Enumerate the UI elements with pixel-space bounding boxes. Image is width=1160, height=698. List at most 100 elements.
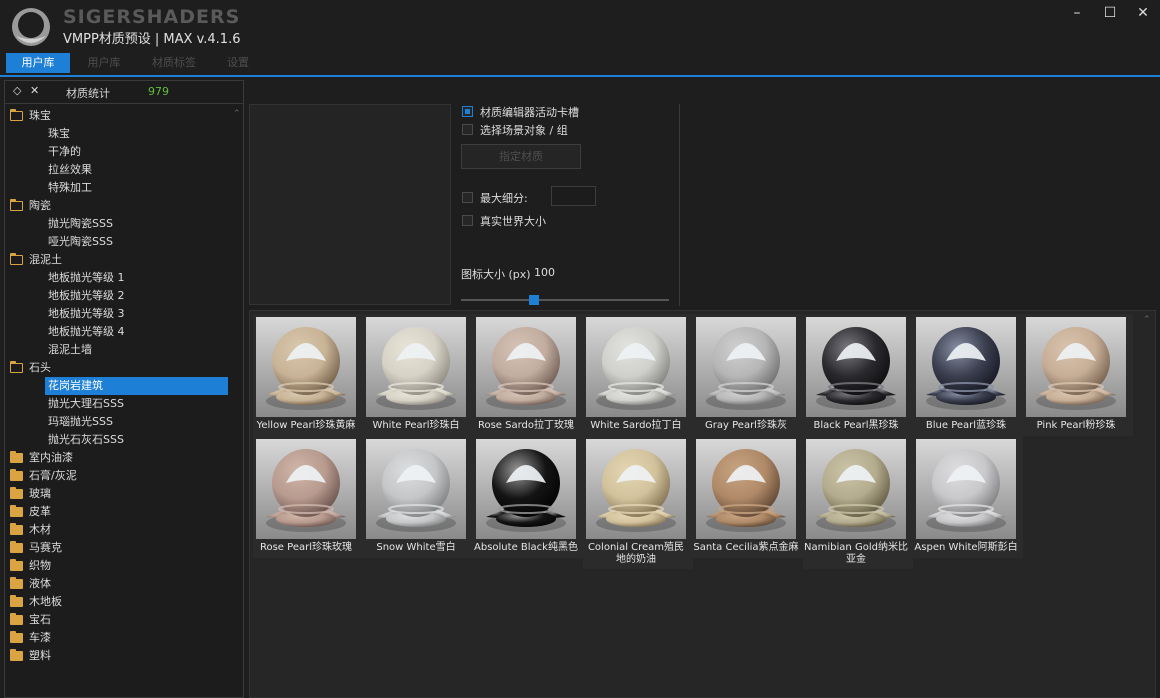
tree-folder-label: 马赛克	[29, 541, 62, 554]
tree-item[interactable]: 珠宝	[45, 125, 228, 143]
folder-icon	[10, 577, 23, 589]
minimize-icon[interactable]: –	[1066, 4, 1088, 22]
material-tile[interactable]: Snow White雪白	[363, 436, 473, 558]
icon-size-value: 100	[534, 266, 555, 279]
app-subtitle: VMPP材质预设 | MAX v.4.1.6	[63, 32, 241, 47]
select-objects-checkbox[interactable]	[462, 124, 473, 135]
tree-item-label: 地板抛光等级 1	[48, 271, 125, 284]
tree-item[interactable]: 混泥土墙	[45, 341, 228, 359]
tree-folder[interactable]: 皮革	[8, 503, 228, 521]
scroll-up-icon[interactable]: ⌃	[233, 109, 241, 119]
tree-folder[interactable]: 宝石	[8, 611, 228, 629]
material-name: White Pearl珍珠白	[372, 420, 460, 431]
active-slot-label: 材质编辑器活动卡槽	[480, 106, 579, 119]
tree-folder[interactable]: 车漆	[8, 629, 228, 647]
material-thumbnail	[806, 317, 906, 417]
material-name: Rose Sardo拉丁玫瑰	[477, 420, 575, 431]
material-tile[interactable]: Black Pearl黑珍珠	[803, 314, 913, 436]
tree-item-selected[interactable]: 花岗岩建筑	[45, 377, 228, 395]
material-tile[interactable]: Aspen White阿斯彭白	[913, 436, 1023, 558]
diamond-icon[interactable]: ◇	[13, 84, 21, 97]
tree-item[interactable]: 特殊加工	[45, 179, 228, 197]
material-grid: ⌃ Yellow Pearl珍珠黄麻 White Pearl珍珠白 Rose Sar…	[249, 310, 1156, 698]
max-subdiv-input[interactable]	[551, 186, 596, 206]
material-tile[interactable]: Blue Pearl蓝珍珠	[913, 314, 1023, 436]
tree-folder-label: 石头	[29, 361, 51, 374]
tree-folder[interactable]: 石头	[8, 359, 228, 377]
tree-folder[interactable]: 木地板	[8, 593, 228, 611]
material-thumbnail	[696, 317, 796, 417]
material-thumbnail	[806, 439, 906, 539]
tree-item-label: 抛光大理石SSS	[48, 397, 124, 410]
x-icon[interactable]: ✕	[30, 84, 39, 97]
material-tile[interactable]: White Sardo拉丁白	[583, 314, 693, 436]
tab-settings[interactable]: 设置	[210, 53, 266, 73]
grid-scrollbar[interactable]: ⌃	[1141, 313, 1153, 693]
scroll-up-icon[interactable]: ⌃	[1143, 315, 1151, 325]
material-tile[interactable]: White Pearl珍珠白	[363, 314, 473, 436]
folder-icon	[10, 541, 23, 553]
material-tile[interactable]: Absolute Black纯黑色	[473, 436, 583, 558]
assign-material-button[interactable]: 指定材质	[461, 144, 581, 169]
tree-folder[interactable]: 塑料	[8, 647, 228, 665]
category-tree: 珠宝 珠宝干净的拉丝效果 特殊加工 陶瓷 抛光陶瓷SSS 哑光陶瓷SSS 混泥土地板抛光等级…	[5, 107, 229, 697]
tab-bar: 用户库 用户库 材质标签 设置	[0, 53, 1160, 77]
tree-item[interactable]: 玛瑙抛光SSS	[45, 413, 228, 431]
material-tile[interactable]: Pink Pearl粉珍珠	[1023, 314, 1133, 436]
tree-folder[interactable]: 木材	[8, 521, 228, 539]
tree-item[interactable]: 拉丝效果	[45, 161, 228, 179]
material-stats-count: 979	[148, 85, 169, 98]
tree-item-label: 抛光石灰石SSS	[48, 433, 124, 446]
material-name: Colonial Cream殖民地的奶油	[587, 542, 685, 565]
tree-item[interactable]: 抛光石灰石SSS	[45, 431, 228, 449]
max-subdiv-checkbox[interactable]	[462, 192, 473, 203]
tree-folder-label: 混泥土	[29, 253, 62, 266]
tree-folder[interactable]: 织物	[8, 557, 228, 575]
tree-item[interactable]: 地板抛光等级 2	[45, 287, 228, 305]
tree-item[interactable]: 干净的	[45, 143, 228, 161]
close-icon[interactable]: ✕	[1132, 4, 1154, 22]
tree-folder[interactable]: 混泥土	[8, 251, 228, 269]
options-divider	[679, 104, 680, 306]
tree-folder-label: 玻璃	[29, 487, 51, 500]
material-name: Absolute Black纯黑色	[474, 542, 578, 553]
material-tile[interactable]: Gray Pearl珍珠灰	[693, 314, 803, 436]
tree-item[interactable]: 抛光陶瓷SSS	[45, 215, 228, 233]
tree-folder[interactable]: 马赛克	[8, 539, 228, 557]
icon-size-slider[interactable]	[461, 299, 669, 301]
maximize-icon[interactable]: ☐	[1099, 4, 1121, 22]
folder-icon	[10, 631, 23, 643]
material-name: Pink Pearl粉珍珠	[1036, 420, 1116, 431]
tree-item[interactable]: 哑光陶瓷SSS	[45, 233, 228, 251]
tree-scrollbar[interactable]: ⌃	[231, 107, 243, 695]
real-world-size-checkbox[interactable]	[462, 215, 473, 226]
material-name: Yellow Pearl珍珠黄麻	[256, 420, 356, 431]
tree-item[interactable]: 抛光大理石SSS	[45, 395, 228, 413]
tree-folder[interactable]: 室内油漆	[8, 449, 228, 467]
tab-user-library-2[interactable]: 用户库	[72, 53, 136, 73]
material-tile[interactable]: Colonial Cream殖民地的奶油	[583, 436, 693, 569]
icon-size-slider-thumb[interactable]	[528, 295, 539, 305]
active-slot-checkbox[interactable]	[462, 106, 473, 117]
tree-folder[interactable]: 陶瓷	[8, 197, 228, 215]
material-name: Snow White雪白	[376, 542, 456, 553]
tree-folder[interactable]: 液体	[8, 575, 228, 593]
material-thumbnail	[476, 317, 576, 417]
tree-item[interactable]: 地板抛光等级 1	[45, 269, 228, 287]
material-tile[interactable]: Namibian Gold纳米比亚金	[803, 436, 913, 569]
material-tile[interactable]: Rose Pearl珍珠玫瑰	[253, 436, 363, 558]
material-tile[interactable]: Yellow Pearl珍珠黄麻	[253, 314, 363, 436]
material-thumbnail	[366, 317, 466, 417]
tree-item[interactable]: 地板抛光等级 3	[45, 305, 228, 323]
material-thumbnail	[256, 439, 356, 539]
tree-item[interactable]: 地板抛光等级 4	[45, 323, 228, 341]
tab-user-library[interactable]: 用户库	[6, 53, 70, 73]
tree-folder[interactable]: 珠宝	[8, 107, 228, 125]
tree-folder[interactable]: 玻璃	[8, 485, 228, 503]
tree-folder[interactable]: 石膏/灰泥	[8, 467, 228, 485]
material-tile[interactable]: Santa Cecilia紫点金麻	[693, 436, 803, 558]
tree-item-label: 干净的	[48, 145, 81, 158]
tab-material-tags[interactable]: 材质标签	[140, 53, 208, 73]
material-name: White Sardo拉丁白	[590, 420, 682, 431]
material-tile[interactable]: Rose Sardo拉丁玫瑰	[473, 314, 583, 436]
